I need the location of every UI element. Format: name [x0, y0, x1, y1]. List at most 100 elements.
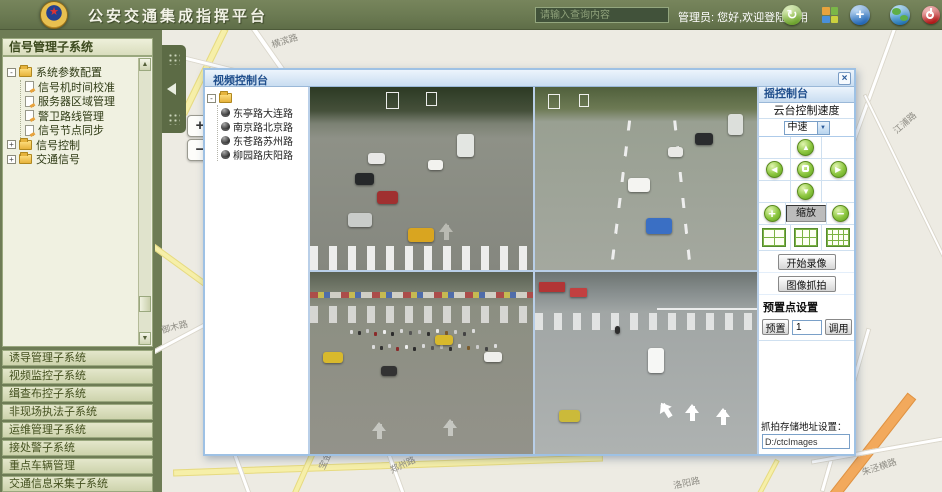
zoom-in-button[interactable]: + [764, 205, 781, 222]
sidebar-item-guidance[interactable]: 诱导管理子系统 [2, 350, 153, 366]
pan-left-button[interactable]: ◀ [766, 161, 783, 178]
camera-item[interactable]: 东亭路大连路 [220, 105, 306, 119]
lane-arrow [444, 225, 449, 240]
sidebar-panel-title[interactable]: 信号管理子系统 [2, 38, 153, 56]
vehicle [408, 228, 434, 242]
vehicle [377, 191, 398, 204]
sidebar-item-investigation[interactable]: 缉查布控子系统 [2, 386, 153, 402]
start-record-button[interactable]: 开始录像 [778, 254, 836, 270]
video-feed-2[interactable] [535, 87, 758, 270]
preset-number-input[interactable] [792, 320, 822, 335]
apps-tile [822, 7, 830, 15]
dialog-titlebar[interactable]: 视频控制台 × [205, 70, 854, 87]
collapse-arrow-icon [167, 83, 176, 95]
video-feed-4[interactable] [535, 272, 758, 455]
tree-node-label: 交通信号 [36, 151, 80, 167]
sidebar-item-key-vehicles[interactable]: 重点车辆管理 [2, 458, 153, 474]
layout-4x3-icon[interactable] [826, 228, 850, 247]
power-logout-icon[interactable] [922, 6, 940, 24]
camera-item[interactable]: 东苍路苏州路 [220, 133, 306, 147]
pan-stop-button[interactable] [797, 161, 814, 178]
vehicle [728, 114, 743, 135]
app-title: 公安交通集成指挥平台 [88, 5, 268, 26]
expand-expander-icon[interactable]: + [7, 155, 16, 164]
globe-icon[interactable] [890, 5, 910, 25]
refresh-icon[interactable]: ↻ [782, 5, 802, 25]
chevron-down-icon[interactable]: ▼ [817, 122, 829, 134]
lane-line [610, 120, 631, 269]
crosswalk [310, 306, 533, 322]
folder-icon [19, 140, 32, 150]
sidebar-item-operations[interactable]: 运维管理子系统 [2, 422, 153, 438]
expand-expander-icon[interactable]: + [7, 140, 16, 149]
police-badge-logo: ★ [40, 1, 68, 29]
scrollbar-thumb[interactable] [139, 296, 151, 312]
speed-selected-value: 中速 [785, 122, 817, 134]
tree-node-root[interactable]: - 系统参数配置 [7, 65, 136, 80]
page-icon [25, 110, 34, 121]
image-capture-button[interactable]: 图像抓拍 [778, 276, 836, 292]
motorbike [615, 326, 620, 334]
sidebar-tree: - 系统参数配置 信号机时间校准 服务器区域管理 警卫路线管理 [7, 65, 136, 167]
crosswalk [310, 246, 533, 270]
storage-path-input[interactable] [762, 434, 850, 449]
tree-node-collapsed[interactable]: + 信号控制 [7, 138, 136, 153]
scrollbar-up-icon[interactable]: ▲ [139, 58, 151, 71]
zoom-out-button[interactable]: − [832, 205, 849, 222]
pedestrian-crowd [372, 345, 375, 349]
sidebar-item-offsite-enforcement[interactable]: 非现场执法子系统 [2, 404, 153, 420]
median-fence [657, 308, 757, 310]
drag-dots-icon [168, 53, 180, 65]
search-input[interactable] [535, 7, 669, 23]
scrollbar-down-icon[interactable]: ▼ [139, 332, 151, 345]
lane-arrow [721, 410, 726, 425]
speed-select[interactable]: 中速 ▼ [784, 121, 830, 135]
collapse-expander-icon[interactable]: - [7, 68, 16, 77]
container-stack [539, 282, 565, 292]
camera-label: 南京路北京路 [233, 119, 293, 134]
camera-item[interactable]: 柳园路庆阳路 [220, 147, 306, 161]
vehicle [695, 133, 713, 145]
tree-leaf[interactable]: 服务器区域管理 [25, 94, 136, 109]
sidebar-item-alarm-handling[interactable]: 接处警子系统 [2, 440, 153, 456]
preset-button[interactable]: 预置 [762, 319, 789, 335]
sidebar-item-video-surveillance[interactable]: 视频监控子系统 [2, 368, 153, 384]
map-canvas[interactable]: 横滨路 江浦路 御木路 宝金路 郑州路 洛阳路 朱泾横路 + − 视频控制台 ×… [155, 30, 942, 492]
pan-up-button[interactable]: ▲ [797, 139, 814, 156]
camera-dome-icon [221, 108, 230, 117]
layout-2x2-icon[interactable] [762, 228, 786, 247]
video-feed-1[interactable] [310, 87, 533, 270]
zoom-mode-button[interactable]: 缩放 [786, 205, 826, 222]
folder-icon [219, 93, 232, 103]
layout-row [759, 225, 854, 251]
tree-leaf[interactable]: 信号机时间校准 [25, 80, 136, 95]
camera-item[interactable]: 南京路北京路 [220, 119, 306, 133]
tree-leaf[interactable]: 警卫路线管理 [25, 109, 136, 124]
badge-star-icon: ★ [41, 5, 67, 18]
tree-node-collapsed[interactable]: + 交通信号 [7, 152, 136, 167]
camera-tree-root[interactable]: - [207, 91, 306, 105]
close-icon[interactable]: × [838, 72, 851, 85]
apps-grid-icon[interactable] [822, 7, 838, 23]
vehicle [355, 173, 374, 185]
app-window: ★ 公安交通集成指挥平台 管理员: 您好,欢迎登陆使用 ↻ + 信号管理子系统 … [0, 0, 942, 492]
add-icon[interactable]: + [850, 5, 870, 25]
sidebar-item-traffic-info[interactable]: 交通信息采集子系统 [2, 476, 153, 492]
vehicle [435, 335, 453, 345]
tree-leaf[interactable]: 信号节点同步 [25, 123, 136, 138]
map-street-label: 横滨路 [270, 30, 300, 51]
vehicle [428, 160, 443, 170]
pan-down-button[interactable]: ▼ [797, 183, 814, 200]
camera-dome-icon [221, 122, 230, 131]
vehicle [323, 352, 343, 363]
pan-right-button[interactable]: ▶ [830, 161, 847, 178]
stop-square-icon [802, 165, 809, 172]
tree-scrollbar[interactable]: ▲ ▼ [138, 58, 151, 345]
call-preset-button[interactable]: 调用 [825, 319, 852, 335]
storage-path-label: 抓拍存储地址设置： [759, 417, 854, 434]
lane-line [674, 120, 693, 269]
sidebar-collapse-tab[interactable] [162, 45, 186, 133]
layout-3x2-icon[interactable] [794, 228, 818, 247]
video-feed-3[interactable] [310, 272, 533, 455]
collapse-expander-icon[interactable]: - [207, 94, 216, 103]
